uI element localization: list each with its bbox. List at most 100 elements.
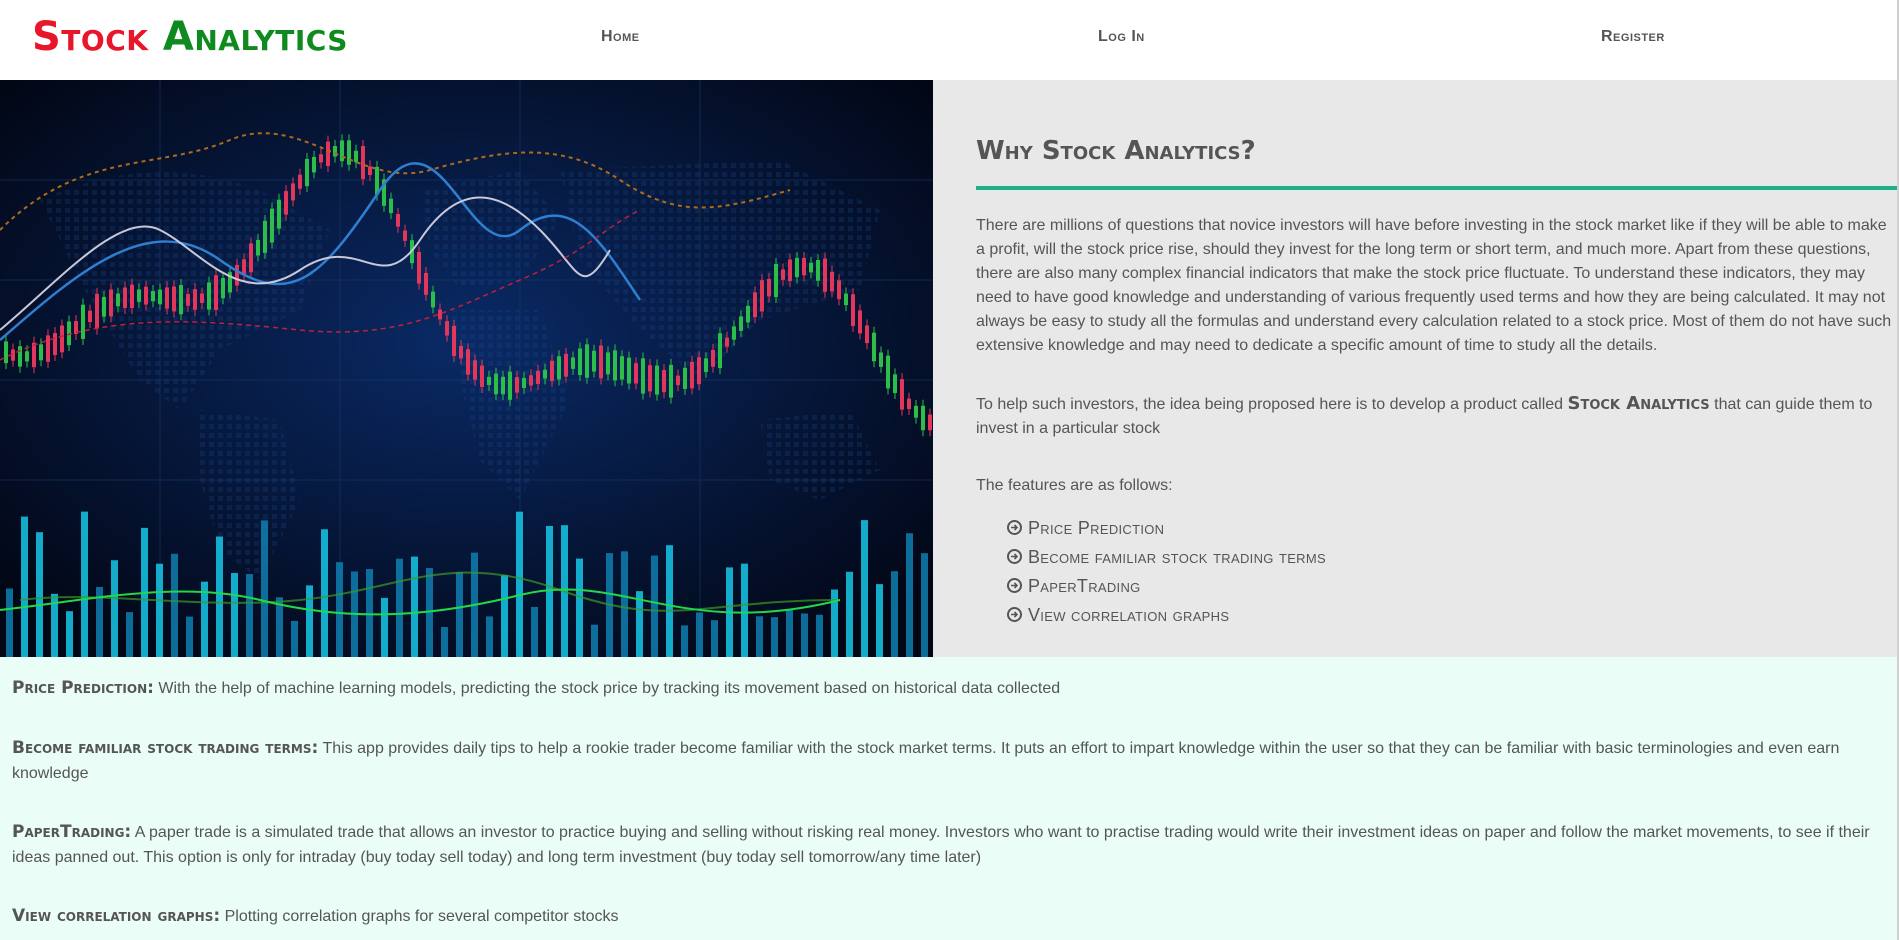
decorative-volume-bar xyxy=(111,560,118,657)
decorative-volume-bar xyxy=(216,536,223,657)
decorative-candle xyxy=(529,375,533,386)
feature-item: Price Prediction xyxy=(1007,514,1326,543)
decorative-volume-bar xyxy=(411,556,418,657)
decorative-candle xyxy=(263,220,267,253)
decorative-candle xyxy=(683,367,687,389)
brand-logo[interactable]: Stock Analytics xyxy=(32,14,348,60)
decorative-candle xyxy=(879,352,883,367)
decorative-candle xyxy=(179,285,183,315)
detail-term: View correlation graphs: xyxy=(12,906,221,926)
decorative-candle xyxy=(704,358,708,372)
detail-text: A paper trade is a simulated trade that … xyxy=(12,824,1870,866)
circle-arrow-right-icon xyxy=(1007,607,1022,622)
decorative-volume-bar xyxy=(456,571,463,657)
circle-arrow-right-icon xyxy=(1007,549,1022,564)
decorative-candle xyxy=(459,345,463,359)
decorative-candle xyxy=(53,333,57,356)
decorative-volume-bar xyxy=(801,613,808,657)
feature-label: PaperTrading xyxy=(1028,576,1141,596)
decorative-candle xyxy=(830,271,834,292)
decorative-candle xyxy=(172,286,176,312)
brand-word-analytics: Analytics xyxy=(162,14,348,60)
decorative-candle xyxy=(389,198,393,214)
decorative-candle xyxy=(907,398,911,410)
decorative-candle xyxy=(928,414,932,431)
decorative-volume-bar xyxy=(666,545,673,657)
decorative-candle xyxy=(165,287,169,309)
decorative-volume-bar xyxy=(321,529,328,657)
decorative-candle xyxy=(550,360,554,382)
decorative-candle xyxy=(774,264,778,298)
why-section: Why Stock Analytics? There are millions … xyxy=(933,80,1897,657)
decorative-candle xyxy=(403,230,407,241)
decorative-volume-bar xyxy=(861,520,868,657)
decorative-volume-bar xyxy=(126,612,133,657)
decorative-volume-bar xyxy=(516,511,523,657)
decorative-candle xyxy=(508,371,512,400)
decorative-candle xyxy=(221,277,225,299)
features-intro: The features are as follows: xyxy=(976,477,1173,494)
decorative-candle xyxy=(480,365,484,387)
nav-login-link[interactable]: Log In xyxy=(1098,28,1145,46)
decorative-volume-bar xyxy=(396,558,403,657)
decorative-candle xyxy=(214,275,218,311)
decorative-volume-bar xyxy=(876,584,883,657)
decorative-candle xyxy=(816,260,820,281)
decorative-candle xyxy=(788,259,792,282)
decorative-candle xyxy=(641,358,645,394)
decorative-volume-bar xyxy=(441,626,448,657)
decorative-volume-bar xyxy=(621,551,628,657)
decorative-candle xyxy=(501,376,505,395)
decorative-candle xyxy=(515,377,519,393)
decorative-volume-bar xyxy=(381,597,388,657)
nav-home-link[interactable]: Home xyxy=(601,28,640,46)
decorative-candle xyxy=(452,325,456,357)
inline-brand-name: Stock Analytics xyxy=(1567,393,1710,414)
feature-item: View correlation graphs xyxy=(1007,601,1326,630)
decorative-volume-bar xyxy=(786,609,793,657)
decorative-candle xyxy=(718,333,722,369)
decorative-volume-bar xyxy=(651,555,658,657)
title-divider xyxy=(976,186,1897,190)
decorative-volume-bar xyxy=(756,616,763,657)
decorative-volume-bar xyxy=(891,571,898,657)
decorative-volume-bar xyxy=(906,533,913,657)
nav-register-link[interactable]: Register xyxy=(1601,28,1665,46)
decorative-volume-bar xyxy=(366,569,373,657)
decorative-candle xyxy=(235,264,239,286)
decorative-volume-bar xyxy=(36,532,43,657)
features-list: Price Prediction Become familiar stock t… xyxy=(1007,514,1326,630)
decorative-candle xyxy=(851,294,855,327)
decorative-candle xyxy=(249,243,253,273)
decorative-volume-bar xyxy=(171,553,178,657)
decorative-volume-bar xyxy=(816,614,823,657)
feature-label: View correlation graphs xyxy=(1028,605,1230,625)
decorative-candle xyxy=(746,305,750,323)
decorative-candle xyxy=(473,360,477,380)
decorative-candle xyxy=(886,355,890,389)
decorative-volume-bar xyxy=(246,574,253,657)
decorative-candle xyxy=(893,374,897,394)
feature-detail-trading-terms: Become familiar stock trading terms: Thi… xyxy=(12,736,1872,786)
decorative-volume-bar xyxy=(231,573,238,657)
decorative-candle xyxy=(361,145,365,180)
decorative-volume-bar xyxy=(771,617,778,657)
navbar: Stock Analytics Home Log In Register xyxy=(0,0,1899,80)
decorative-candle xyxy=(144,286,148,305)
paragraph-text: To help such investors, the idea being p… xyxy=(976,396,1568,413)
detail-text: Plotting correlation graphs for several … xyxy=(220,908,619,925)
feature-detail-correlation-graphs: View correlation graphs: Plotting correl… xyxy=(12,904,1872,929)
decorative-volume-bar xyxy=(921,553,928,657)
decorative-volume-bar xyxy=(591,624,598,657)
decorative-candle xyxy=(151,290,155,302)
decorative-volume-bar xyxy=(291,620,298,657)
decorative-candle xyxy=(298,174,302,189)
decorative-candle xyxy=(4,341,8,364)
decorative-volume-bar xyxy=(6,588,13,657)
circle-arrow-right-icon xyxy=(1007,520,1022,535)
decorative-candle xyxy=(81,304,85,339)
decorative-candle xyxy=(739,316,743,331)
decorative-volume-bar xyxy=(741,563,748,657)
decorative-candle xyxy=(802,257,806,276)
hero-chart-graphic xyxy=(0,80,933,657)
